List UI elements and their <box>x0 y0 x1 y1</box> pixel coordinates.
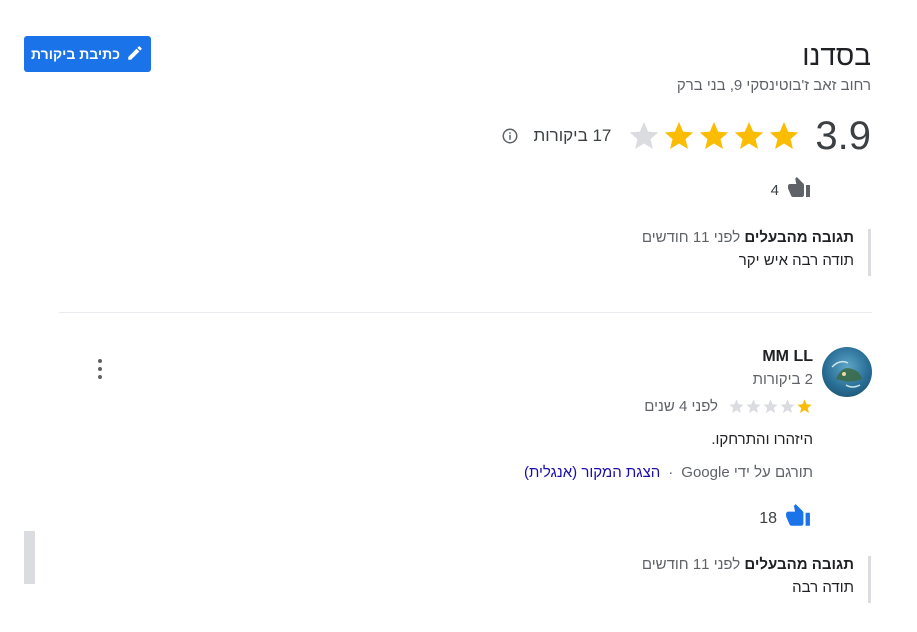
star-empty-icon <box>728 398 745 415</box>
owner-reply-text: תודה רבה <box>792 579 854 596</box>
owner-reply-text: תודה רבה איש יקר <box>738 252 854 269</box>
info-icon[interactable] <box>501 127 519 145</box>
star-empty-icon <box>627 119 661 153</box>
owner-reply-title: תגובה מהבעלים <box>744 229 854 246</box>
star-filled-icon <box>767 119 801 153</box>
rating-stars <box>627 119 801 153</box>
like-button[interactable]: 18 <box>759 503 813 534</box>
owner-reply-time: לפני 11 חודשים <box>641 229 741 246</box>
like-button[interactable]: 4 <box>771 176 813 204</box>
star-empty-icon <box>745 398 762 415</box>
more-vert-icon[interactable] <box>93 359 107 379</box>
write-review-label: כתיבת ביקורת <box>31 46 120 62</box>
owner-reply: תגובה מהבעלים לפני 11 חודשים תודה רבה אי… <box>642 229 871 276</box>
thumbs-up-icon <box>785 176 813 204</box>
like-count: 18 <box>759 509 777 527</box>
average-rating: 3.9 <box>815 113 871 158</box>
thumbs-up-icon <box>783 503 813 534</box>
rating-summary: 3.9 17 ביקורות <box>501 114 871 158</box>
review-stars <box>728 398 813 415</box>
divider <box>59 312 872 313</box>
business-name: בסדנו <box>802 40 871 71</box>
translation-info: תורגם על ידי Google · הצגת המקור (אנגלית… <box>524 464 813 481</box>
business-address: רחוב זאב ז'בוטינסקי 9, בני ברק <box>676 77 871 94</box>
review-count[interactable]: 17 ביקורות <box>533 126 611 146</box>
owner-reply-time: לפני 11 חודשים <box>641 556 741 573</box>
translated-by: תורגם על ידי Google <box>681 464 813 481</box>
star-empty-icon <box>779 398 796 415</box>
star-filled-icon <box>732 119 766 153</box>
avatar[interactable] <box>822 347 872 397</box>
star-filled-icon <box>697 119 731 153</box>
pencil-icon <box>126 44 144 65</box>
show-original-link[interactable]: הצגת המקור (אנגלית) <box>524 464 660 481</box>
owner-reply: תגובה מהבעלים לפני 11 חודשים תודה רבה <box>642 556 871 603</box>
reviewer-name[interactable]: MM LL <box>762 348 813 366</box>
star-empty-icon <box>762 398 779 415</box>
separator: · <box>668 464 674 481</box>
star-filled-icon <box>662 119 696 153</box>
review-date: לפני 4 שנים <box>644 398 718 415</box>
star-filled-icon <box>796 398 813 415</box>
write-review-button[interactable]: כתיבת ביקורת <box>24 36 151 72</box>
owner-reply-title: תגובה מהבעלים <box>744 556 854 573</box>
reviewer-review-count[interactable]: 2 ביקורות <box>753 371 813 388</box>
scrollbar[interactable] <box>24 531 35 584</box>
like-count: 4 <box>770 181 779 199</box>
review-meta: לפני 4 שנים <box>644 398 813 415</box>
review-text: היזהרו והתרחקו. <box>711 431 813 448</box>
